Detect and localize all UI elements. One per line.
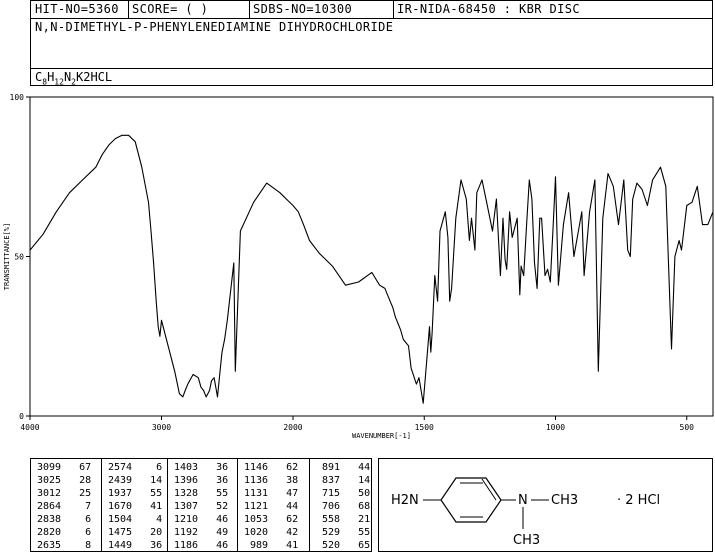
peak-row: 715 50 <box>316 488 371 499</box>
x-tick-label: 4000 <box>20 423 39 432</box>
peak-row: 1937 55 <box>108 488 163 499</box>
peak-row: 1136 38 <box>244 475 299 486</box>
peak-row: 2439 14 <box>108 475 163 486</box>
peak-row: 1020 42 <box>244 527 299 538</box>
y-axis-label: TRANSMITTANCE[%] <box>3 223 11 290</box>
methyl-group-bottom: CH3 <box>513 533 540 548</box>
peak-row: 3025 28 <box>37 475 92 486</box>
sdbs-number: SDBS-NO=10300 <box>253 2 353 16</box>
peak-table: 3099 67 3025 28 3012 25 2864 7 2838 6 2820 6 2… <box>30 458 372 552</box>
nitrogen-atom: N <box>518 493 528 508</box>
peak-row: 2574 6 <box>108 462 163 473</box>
peak-row: 2635 8 <box>37 540 92 551</box>
chemical-structure: H2N N CH3 CH3 · 2 HCl <box>378 458 713 552</box>
compound-name: N,N-DIMETHYL-P-PHENYLENEDIAMINE DIHYDROC… <box>35 20 394 34</box>
x-tick-label: 3000 <box>152 423 171 432</box>
score-field: SCORE= ( ) <box>132 2 209 16</box>
peak-row: 3099 67 <box>37 462 92 473</box>
y-tick-label: 50 <box>14 253 24 262</box>
header-divider <box>128 1 129 18</box>
spectrum-header: HIT-NO=5360 SCORE= ( ) SDBS-NO=10300 IR-… <box>30 0 713 86</box>
hit-number: HIT-NO=5360 <box>35 2 119 16</box>
spectrum-line <box>29 134 714 404</box>
peak-row: 529 55 <box>316 527 371 538</box>
peak-row: 706 68 <box>316 501 371 512</box>
peak-row: 2864 7 <box>37 501 92 512</box>
y-tick-label: 100 <box>10 93 25 102</box>
structure-drawing: H2N N CH3 CH3 · 2 HCl <box>391 477 660 548</box>
header-divider <box>393 1 394 18</box>
peak-column: 891 44 837 14 715 50 706 68 558 21 529 5… <box>310 459 371 551</box>
molecular-formula: C8H12N2K2HCL <box>35 70 112 86</box>
formula-suffix: K2HCL <box>76 70 113 84</box>
peak-row: 1670 41 <box>108 501 163 512</box>
y-tick-label: 0 <box>19 412 24 421</box>
x-axis-label: WAVENUMBER[-1] <box>352 432 411 440</box>
ir-spectrum-chart: 0 50 100 4000 3000 2000 1500 1000 500 WAVENUMBER[… <box>3 93 714 440</box>
x-tick-label: 1000 <box>546 423 565 432</box>
x-tick-label: 1500 <box>415 423 434 432</box>
peak-row: 1053 62 <box>244 514 299 525</box>
benzene-ring <box>440 477 502 523</box>
peak-row: 1210 46 <box>174 514 229 525</box>
peak-row: 1186 46 <box>174 540 229 551</box>
peak-row: 891 44 <box>316 462 371 473</box>
x-tick-label: 2000 <box>283 423 302 432</box>
peak-row: 1403 36 <box>174 462 229 473</box>
peak-row: 1449 36 <box>108 540 163 551</box>
peak-column: 1403 36 1396 36 1328 55 1307 52 1210 46 1192 … <box>168 459 238 551</box>
x-tick-label: 500 <box>680 423 695 432</box>
ir-code: IR-NIDA-68450 : KBR DISC <box>397 2 580 16</box>
peak-row: 3012 25 <box>37 488 92 499</box>
header-top-row: HIT-NO=5360 SCORE= ( ) SDBS-NO=10300 IR-… <box>31 1 712 19</box>
peak-row: 1192 49 <box>174 527 229 538</box>
methyl-group-top: CH3 <box>551 493 578 508</box>
amine-group-label: H2N <box>391 493 419 508</box>
formula-divider <box>31 68 712 69</box>
peak-column: 3099 67 3025 28 3012 25 2864 7 2838 6 2820 6 2… <box>31 459 102 551</box>
peak-row: 1121 44 <box>244 501 299 512</box>
peak-row: 1475 20 <box>108 527 163 538</box>
header-divider <box>249 1 250 18</box>
peak-column: 1146 62 1136 38 1131 47 1121 44 1053 62 1020 … <box>238 459 310 551</box>
peak-row: 2820 6 <box>37 527 92 538</box>
peak-row: 1307 52 <box>174 501 229 512</box>
peak-row: 837 14 <box>316 475 371 486</box>
peak-row: 520 65 <box>316 540 371 551</box>
peak-row: 989 41 <box>244 540 299 551</box>
peak-row: 2838 6 <box>37 514 92 525</box>
peak-row: 1146 62 <box>244 462 299 473</box>
peak-column: 2574 6 2439 14 1937 55 1670 41 1504 4 1475 20… <box>102 459 168 551</box>
peak-row: 1328 55 <box>174 488 229 499</box>
peak-row: 1396 36 <box>174 475 229 486</box>
peak-row: 558 21 <box>316 514 371 525</box>
salt-label: · 2 HCl <box>617 493 660 508</box>
peak-row: 1131 47 <box>244 488 299 499</box>
peak-row: 1504 4 <box>108 514 163 525</box>
plot-frame <box>29 96 714 417</box>
